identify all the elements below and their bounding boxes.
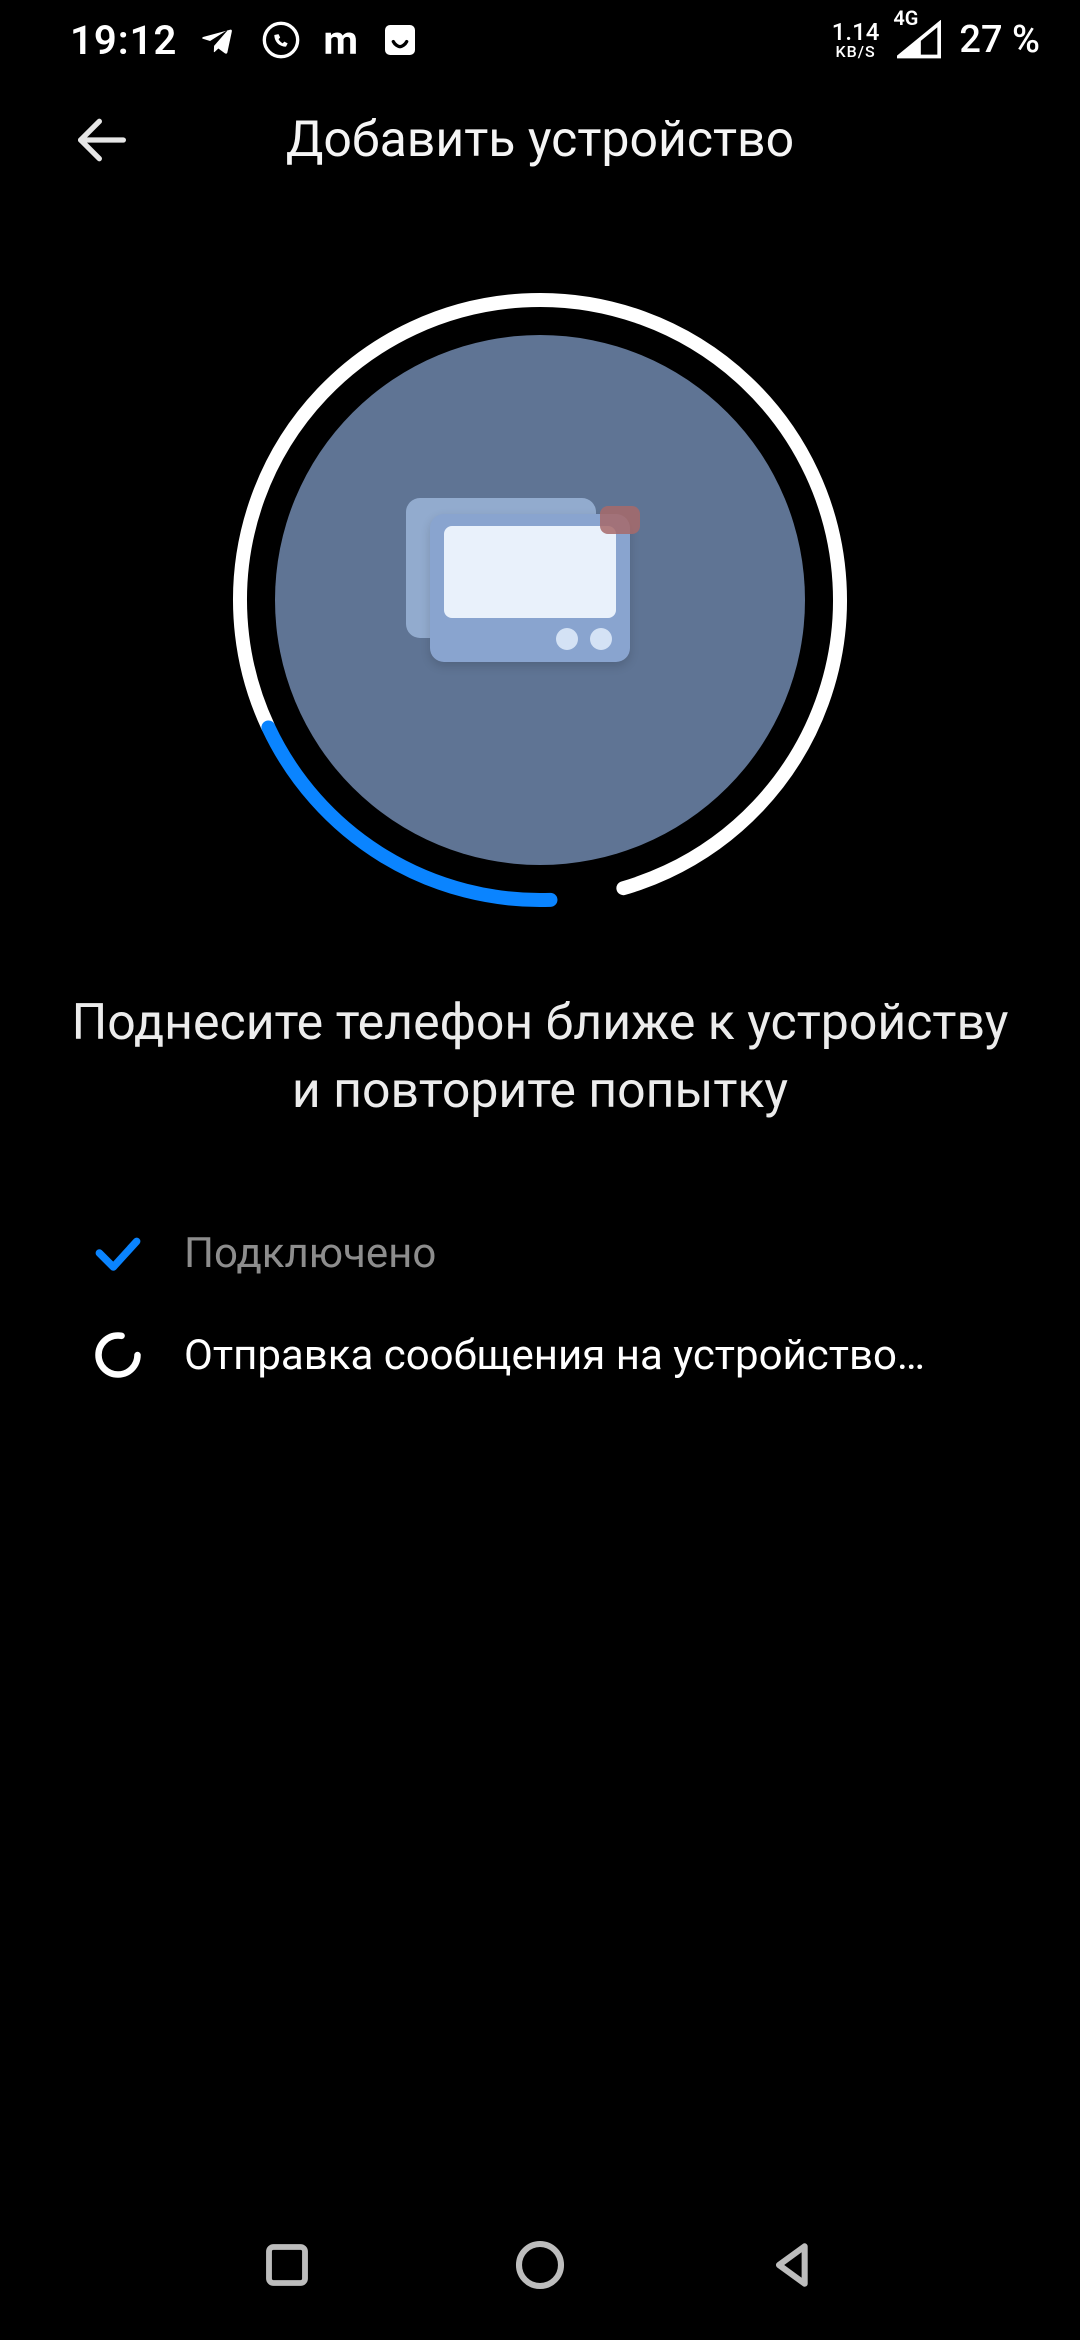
triangle-left-icon — [765, 2237, 821, 2293]
header: Добавить устройство — [0, 80, 1080, 200]
nav-recent-button[interactable] — [247, 2225, 327, 2305]
navigation-bar — [0, 2190, 1080, 2340]
nav-home-button[interactable] — [500, 2225, 580, 2305]
page-title: Добавить устройство — [50, 111, 1030, 169]
steps-list: Подключено Отправка сообщения на устройс… — [0, 1225, 1080, 1383]
step-sending: Отправка сообщения на устройство… — [90, 1327, 990, 1383]
network-speed-value: 1.14 — [832, 20, 880, 44]
viber-icon — [261, 20, 301, 60]
signal-icon: 4G — [897, 20, 941, 60]
m-letter-icon: m — [323, 17, 358, 64]
back-button[interactable] — [70, 108, 134, 172]
instruction-text: Поднесите телефон ближе к устройству и п… — [0, 990, 1080, 1125]
status-bar: 19:12 m 1.14 KB/S 4G 27 % — [0, 0, 1080, 80]
status-left: 19:12 m — [70, 17, 420, 64]
telegram-icon — [199, 20, 239, 60]
step-connected: Подключено — [90, 1225, 990, 1281]
status-right: 1.14 KB/S 4G 27 % — [832, 18, 1040, 62]
step-sending-label: Отправка сообщения на устройство… — [184, 1331, 925, 1380]
step-connected-label: Подключено — [184, 1229, 436, 1278]
network-type-label: 4G — [893, 6, 918, 30]
nav-back-button[interactable] — [753, 2225, 833, 2305]
arrow-left-icon — [70, 108, 134, 172]
check-icon — [90, 1225, 146, 1281]
clock: 19:12 — [70, 17, 177, 64]
network-speed-indicator: 1.14 KB/S — [832, 20, 880, 60]
square-icon — [260, 2238, 314, 2292]
battery-percentage: 27 % — [959, 18, 1040, 62]
hero-section: Поднесите телефон ближе к устройству и п… — [0, 280, 1080, 1125]
network-speed-unit: KB/S — [836, 44, 876, 60]
circle-icon — [512, 2237, 568, 2293]
shopping-bag-icon — [380, 20, 420, 60]
device-illustration-icon — [430, 514, 650, 674]
spinner-icon — [90, 1327, 146, 1383]
progress-ring — [220, 280, 860, 920]
